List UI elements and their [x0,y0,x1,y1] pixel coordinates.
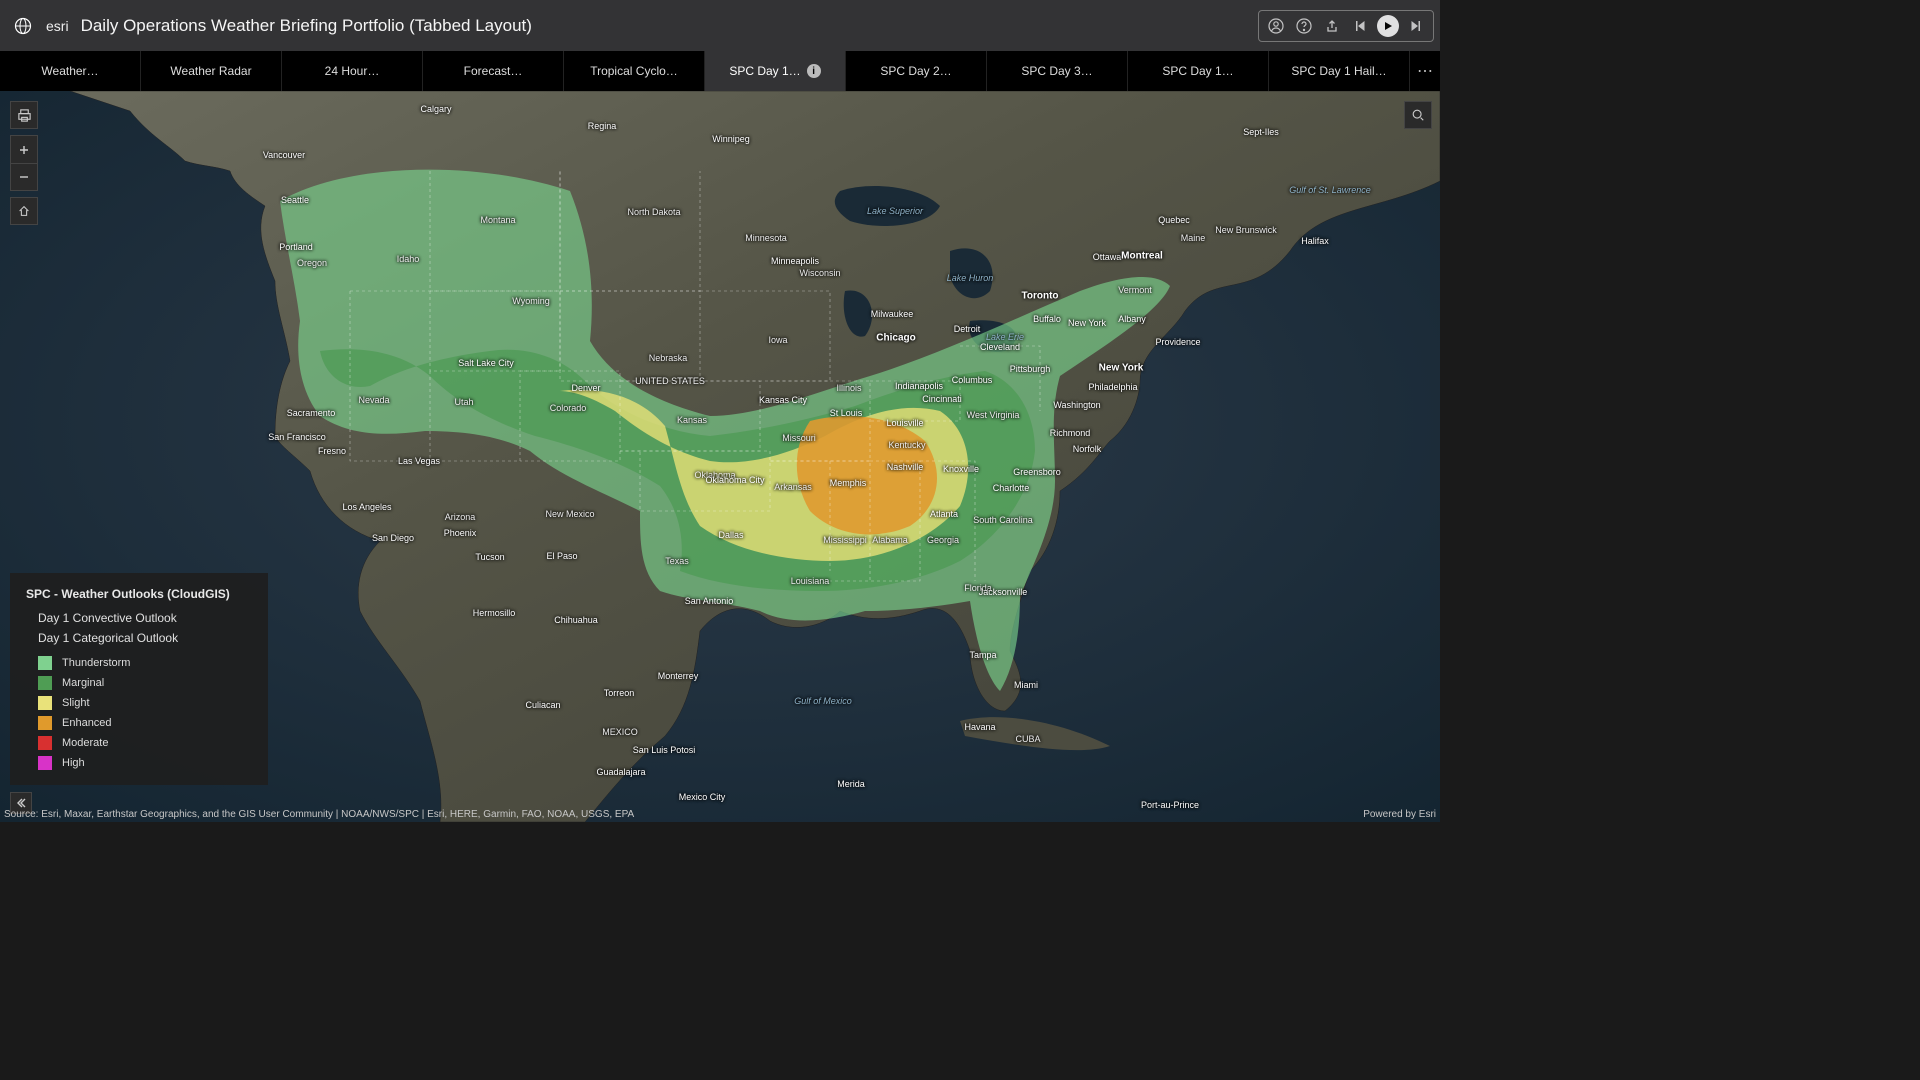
legend-swatch [38,736,52,750]
tab-label: SPC Day 3… [1021,64,1092,78]
header-controls [1254,10,1434,42]
legend-panel: SPC - Weather Outlooks (CloudGIS) Day 1 … [10,573,268,785]
share-icon[interactable] [1319,13,1345,39]
search-button[interactable] [1404,101,1432,129]
tab[interactable]: SPC Day 1… [1128,51,1269,91]
legend-subtitle-2: Day 1 Categorical Outlook [38,631,252,645]
tab[interactable]: Weather… [0,51,141,91]
tab-label: SPC Day 2… [880,64,951,78]
tab[interactable]: Weather Radar [141,51,282,91]
home-extent-button[interactable] [10,197,38,225]
map-controls-right [1404,101,1432,129]
legend-item: Thunderstorm [38,653,252,673]
legend-label: Slight [62,697,90,709]
legend-label: High [62,757,85,769]
legend-swatch [38,656,52,670]
legend-swatch [38,696,52,710]
legend-label: Enhanced [62,717,112,729]
tab-label: Weather Radar [170,64,251,78]
legend-label: Thunderstorm [62,657,130,669]
tab-label: SPC Day 1 Hail… [1291,64,1386,78]
legend-item: Marginal [38,673,252,693]
legend-title: SPC - Weather Outlooks (CloudGIS) [26,587,252,601]
tab-label: Tropical Cyclo… [590,64,678,78]
header-toolbar-group [1258,10,1434,42]
legend-item: Slight [38,693,252,713]
app-header: esri Daily Operations Weather Briefing P… [0,0,1440,51]
legend-swatch [38,756,52,770]
legend-item: Moderate [38,733,252,753]
tab[interactable]: SPC Day 2… [846,51,987,91]
tab[interactable]: SPC Day 3… [987,51,1128,91]
map-viewport[interactable]: SPC - Weather Outlooks (CloudGIS) Day 1 … [0,91,1440,822]
legend-items: Thunderstorm Marginal Slight Enhanced Modera… [38,653,252,773]
play-button[interactable] [1375,13,1401,39]
next-icon[interactable] [1403,13,1429,39]
legend-label: Marginal [62,677,104,689]
account-icon[interactable] [1263,13,1289,39]
tab[interactable]: Tropical Cyclo… [564,51,705,91]
legend-swatch [38,716,52,730]
zoom-in-button[interactable] [10,135,38,163]
attribution-left: Source: Esri, Maxar, Earthstar Geographi… [4,809,634,820]
legend-swatch [38,676,52,690]
tab[interactable]: SPC Day 1… i [705,51,846,91]
legend-item: Enhanced [38,713,252,733]
tab-bar: Weather… Weather Radar 24 Hour… Forecast… Tr… [0,51,1440,91]
tab-label: Weather… [41,64,98,78]
esri-globe-icon [14,17,40,35]
tab-label: Forecast… [464,64,523,78]
legend-item: High [38,753,252,773]
tab-label: SPC Day 1… [729,64,800,78]
tab[interactable]: Forecast… [423,51,564,91]
logo: esri [14,17,69,35]
help-icon[interactable] [1291,13,1317,39]
tab[interactable]: 24 Hour… [282,51,423,91]
attribution-right[interactable]: Powered by Esri [1363,809,1436,820]
zoom-out-button[interactable] [10,163,38,191]
tabs-overflow-button[interactable]: ⋯ [1410,51,1440,91]
tab-label: SPC Day 1… [1162,64,1233,78]
zoom-controls [10,135,38,191]
tab-label: 24 Hour… [325,64,380,78]
prev-icon[interactable] [1347,13,1373,39]
page-title: Daily Operations Weather Briefing Portfo… [81,16,532,36]
legend-subtitle-1: Day 1 Convective Outlook [38,611,252,625]
print-button[interactable] [10,101,38,129]
info-icon[interactable]: i [807,64,821,78]
logo-text: esri [46,18,69,34]
legend-label: Moderate [62,737,108,749]
tab[interactable]: SPC Day 1 Hail… [1269,51,1410,91]
map-controls-left [10,101,38,225]
